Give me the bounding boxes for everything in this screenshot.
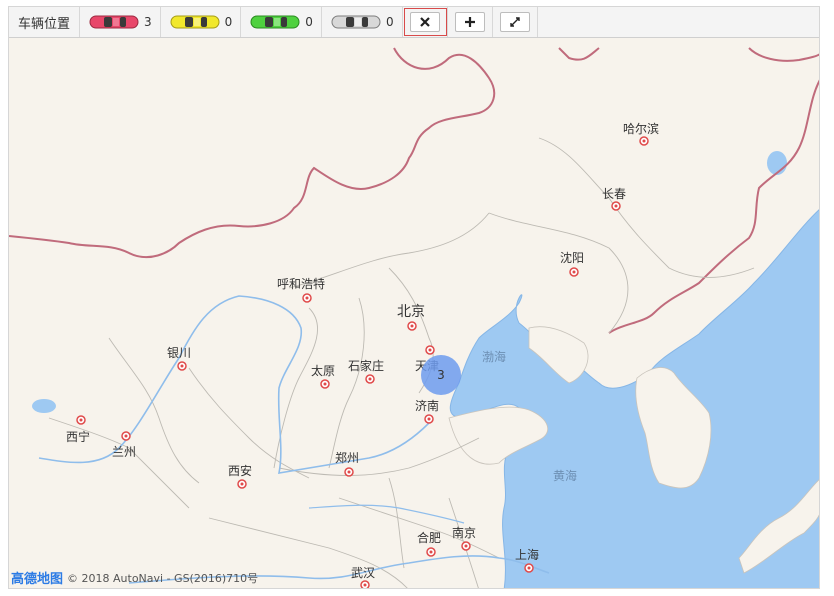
add-button-wrap	[448, 7, 493, 37]
city-label-shenyang: 沈阳	[560, 250, 584, 265]
car-filter-green[interactable]: 0	[241, 7, 322, 37]
sea-label-bohai: 渤海	[482, 349, 506, 364]
map-footer: 高德地图 © 2018 AutoNavi - GS(2016)710号	[11, 568, 259, 588]
amap-logo: 高德地图	[11, 572, 64, 587]
close-button-wrap	[403, 7, 448, 37]
vehicle-map-panel: 车辆位置 3 0 0 0 哈尔滨 长春 沈阳 呼和浩特 北京 石家庄 太原 银川…	[8, 6, 820, 589]
map-canvas[interactable]: 哈尔滨 长春 沈阳 呼和浩特 北京 天津 石家庄 太原 银川 济南 西宁 兰州 …	[9, 38, 820, 589]
city-label-zhengzhou: 郑州	[335, 450, 359, 465]
gray-car-icon	[331, 15, 381, 29]
red-car-icon	[89, 15, 139, 29]
fullscreen-button-wrap	[493, 7, 538, 37]
fullscreen-button[interactable]	[499, 12, 530, 32]
city-label-beijing: 北京	[397, 304, 425, 320]
plus-icon	[464, 17, 475, 27]
lake-xingkai	[767, 151, 787, 175]
yellow-car-count: 0	[224, 15, 233, 29]
expand-icon	[509, 17, 520, 27]
city-label-yinchuan: 银川	[167, 346, 191, 360]
city-label-xining: 西宁	[66, 429, 90, 444]
close-icon	[419, 17, 430, 27]
city-label-hefei: 合肥	[417, 530, 441, 545]
lake-qinghai	[32, 399, 56, 413]
add-button[interactable]	[454, 12, 485, 32]
green-car-count: 0	[305, 15, 313, 29]
city-label-harbin: 哈尔滨	[623, 121, 659, 136]
gray-car-count: 0	[385, 15, 394, 29]
car-filter-gray[interactable]: 0	[322, 7, 403, 37]
city-label-xian: 西安	[228, 463, 252, 478]
vehicle-cluster-marker[interactable]: 3	[421, 355, 461, 395]
city-label-wuhan: 武汉	[351, 566, 375, 580]
map-svg[interactable]: 哈尔滨 长春 沈阳 呼和浩特 北京 天津 石家庄 太原 银川 济南 西宁 兰州 …	[9, 38, 820, 589]
map-toolbar: 车辆位置 3 0 0 0	[9, 7, 819, 38]
city-label-jinan: 济南	[415, 398, 439, 413]
car-filter-red[interactable]: 3	[80, 7, 161, 37]
car-filter-yellow[interactable]: 0	[161, 7, 242, 37]
city-label-taiyuan: 太原	[311, 363, 335, 378]
cluster-count: 3	[437, 368, 445, 382]
close-button[interactable]	[409, 12, 440, 32]
city-label-hohhot: 呼和浩特	[277, 276, 325, 291]
yellow-car-icon	[170, 15, 220, 29]
map-copyright: © 2018 AutoNavi - GS(2016)710号	[67, 571, 259, 585]
toolbar-title: 车辆位置	[9, 7, 81, 37]
city-label-lanzhou: 兰州	[112, 445, 136, 459]
city-label-nanjing: 南京	[452, 525, 476, 540]
city-label-shijiazhuang: 石家庄	[348, 358, 384, 373]
sea-label-huanghai: 黄海	[553, 468, 577, 483]
green-car-icon	[250, 15, 300, 29]
red-car-count: 3	[144, 15, 152, 29]
city-label-changchun: 长春	[602, 187, 626, 201]
city-label-shanghai: 上海	[515, 547, 539, 562]
